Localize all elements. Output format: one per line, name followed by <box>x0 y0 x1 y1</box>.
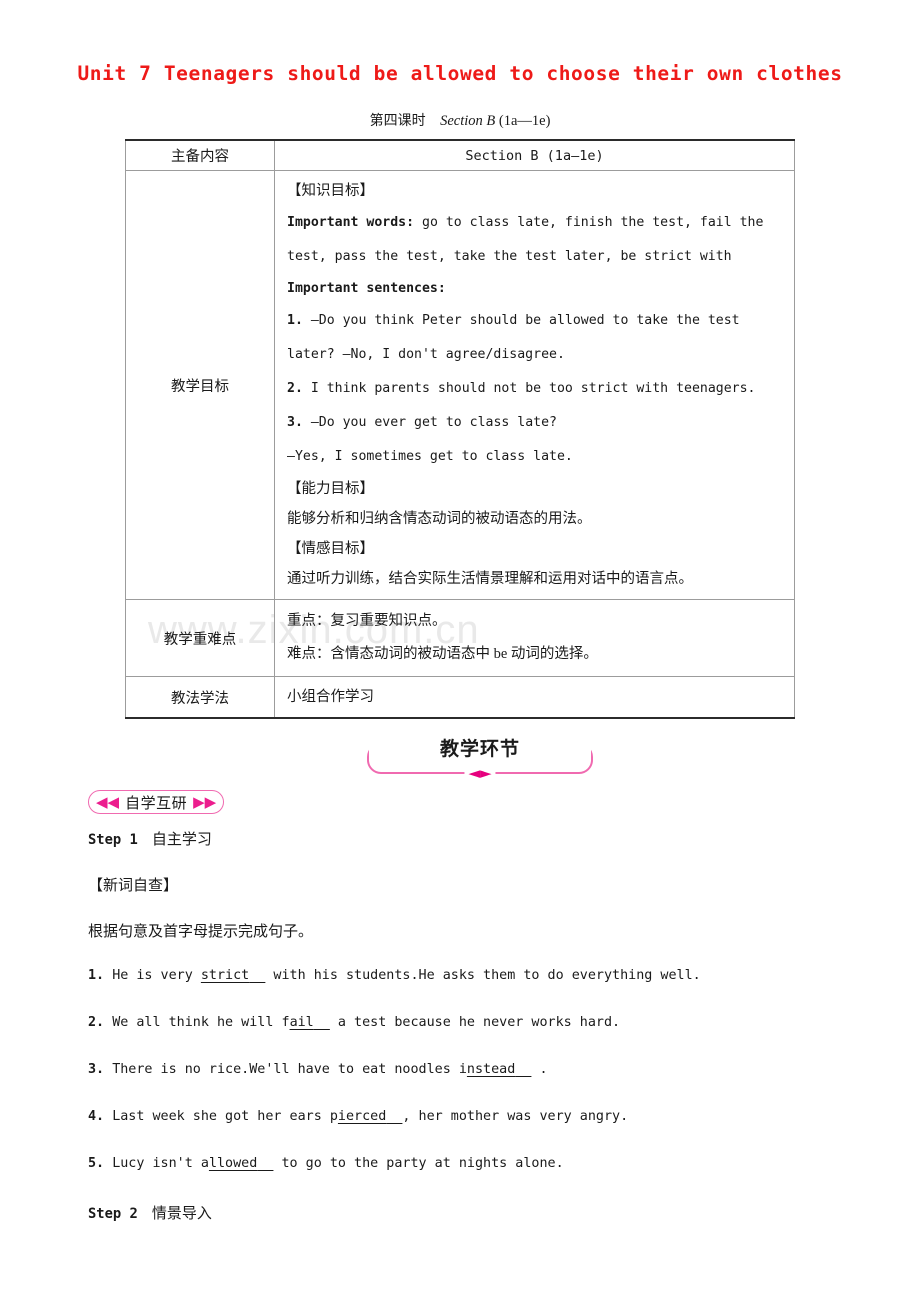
important-words-label: Important words: <box>287 215 415 230</box>
important-words-text-1: go to class late, finish the test, fail … <box>422 215 764 230</box>
answer-blank <box>314 1015 330 1030</box>
step-1-keyword: Step 1 <box>88 832 138 848</box>
exercise-item: 3. There is no rice.We'll have to eat no… <box>88 1062 548 1077</box>
double-right-arrow-icon: ▶▶ <box>193 792 217 811</box>
table-row: 教法学法 小组合作学习 <box>125 676 795 719</box>
banner-label: 教学环节 <box>430 739 529 760</box>
self-study-badge: ◀◀ 自学互研 ▶▶ <box>88 790 225 814</box>
keydiff-label-cell: 教学重难点 <box>125 599 275 677</box>
exercise-number: 4. <box>88 1109 105 1124</box>
exercise-answer: strict <box>200 968 250 983</box>
table-row: 教学目标 【知识目标】 Important words: go to class… <box>125 170 795 600</box>
header-value: Section B (1a—1e) <box>465 147 604 164</box>
keydiff-body-cell: 重点：复习重要知识点。 难点：含情态动词的被动语态中 be 动词的选择。 <box>274 599 795 677</box>
exercise-answer: nstead <box>466 1062 516 1077</box>
period-label: 第四课时 <box>369 112 426 128</box>
exercise-answer-prefix: p <box>329 1109 338 1124</box>
exercise-answer-prefix: i <box>458 1062 467 1077</box>
exercise-answer-prefix: f <box>281 1015 290 1030</box>
important-sentences-label: Important sentences: <box>287 274 786 304</box>
new-words-heading: 【新词自查】 <box>88 878 179 894</box>
method-label: 教法学法 <box>171 690 229 707</box>
sentence-text: —Do you ever get to class late? <box>310 415 557 430</box>
exercise-text-before: We all think he will <box>112 1015 282 1030</box>
emotion-text: 通过听力训练，结合实际生活情景理解和运用对话中的语言点。 <box>287 571 693 587</box>
exercise-item: 1. He is very strict with his students.H… <box>88 968 701 983</box>
exercise-text-before: There is no rice.We'll have to eat noodl… <box>112 1062 459 1077</box>
exercise-item: 4. Last week she got her ears pierced , … <box>88 1109 628 1124</box>
sentence-number: 1. <box>287 313 303 328</box>
exercise-text-before: He is very <box>112 968 201 983</box>
step-2-line: Step 2 情景导入 <box>88 1202 212 1223</box>
page-title: Unit 7 Teenagers should be allowed to ch… <box>77 62 843 85</box>
header-value-cell: Section B (1a—1e) <box>274 139 795 171</box>
diamond-ornament-icon: ◄► <box>464 766 496 781</box>
sentence-item: 3. —Do you ever get to class late? <box>287 406 786 440</box>
ability-heading: 【能力目标】 <box>287 481 374 497</box>
objectives-body-cell: 【知识目标】 Important words: go to class late… <box>274 170 795 600</box>
section-name: Section B <box>440 113 496 129</box>
objectives-label: 教学目标 <box>171 378 229 395</box>
keydiff-label: 教学重难点 <box>163 631 237 648</box>
knowledge-heading: 【知识目标】 <box>287 183 374 199</box>
difficult-point-text: 难点：含情态动词的被动语态中 be 动词的选择。 <box>287 646 598 662</box>
header-label: 主备内容 <box>171 149 229 165</box>
exercise-item: 2. We all think he will fail a test beca… <box>88 1015 620 1030</box>
exercise-text-after: a test because he never works hard. <box>329 1015 621 1030</box>
exercise-answer: ail <box>289 1015 314 1030</box>
exercise-number: 1. <box>88 968 105 983</box>
exercise-number: 5. <box>88 1156 105 1171</box>
section-range: (1a—1e) <box>498 113 551 129</box>
document-page: www.zixin.com.cn Unit 7 Teenagers should… <box>0 0 920 1303</box>
exercise-text-after: , her mother was very angry. <box>402 1109 629 1124</box>
exercise-text-after: with his students.He asks them to do eve… <box>265 968 701 983</box>
sentence-text: —Do you think Peter should be allowed to… <box>310 313 740 328</box>
exercise-item: 5. Lucy isn't allowed to go to the party… <box>88 1156 564 1171</box>
exercise-text-after: . <box>531 1062 548 1077</box>
method-text: 小组合作学习 <box>287 689 374 705</box>
exercise-number: 3. <box>88 1062 105 1077</box>
page-subtitle: 第四课时 Section B (1a—1e) <box>0 110 920 130</box>
important-sentences-label-text: Important sentences: <box>287 281 446 296</box>
exercise-text-before: Lucy isn't a <box>112 1156 209 1171</box>
sentence-continuation: later? —No, I don't agree/disagree. <box>287 347 565 362</box>
method-label-cell: 教法学法 <box>125 676 275 719</box>
exercise-number: 2. <box>88 1015 105 1030</box>
table-header-row: 主备内容 Section B (1a—1e) <box>125 139 795 171</box>
sentence-item: 2. I think parents should not be too str… <box>287 372 786 406</box>
method-body-cell: 小组合作学习 <box>274 676 795 719</box>
important-words-line-2: test, pass the test, take the test later… <box>287 249 732 264</box>
exercise-text-before: Last week she got her ears <box>112 1109 330 1124</box>
table-row: 教学重难点 重点：复习重要知识点。 难点：含情态动词的被动语态中 be 动词的选… <box>125 599 795 677</box>
answer-blank <box>249 968 265 983</box>
emotion-heading: 【情感目标】 <box>287 541 374 557</box>
step-2-title: 情景导入 <box>151 1206 212 1222</box>
sentence-continuation: —Yes, I sometimes get to class late. <box>287 449 573 464</box>
exercise-answer: ierced <box>337 1109 387 1124</box>
self-study-label: 自学互研 <box>125 794 188 812</box>
header-label-cell: 主备内容 <box>125 139 275 171</box>
new-words-instruction: 根据句意及首字母提示完成句子。 <box>88 924 314 940</box>
important-words-line: Important words: go to class late, finis… <box>287 206 786 240</box>
exercise-text-after: to go to the party at nights alone. <box>273 1156 564 1171</box>
objectives-label-cell: 教学目标 <box>125 170 275 600</box>
exercise-answer: llowed <box>208 1156 258 1171</box>
answer-blank <box>257 1156 273 1171</box>
key-point-text: 重点：复习重要知识点。 <box>287 613 447 629</box>
banner-label-wrap: 教学环节 <box>369 734 591 761</box>
teaching-process-banner: 教学环节 ◄► <box>367 734 593 781</box>
step-2-keyword: Step 2 <box>88 1206 138 1222</box>
sentence-number: 2. <box>287 381 303 396</box>
answer-blank <box>515 1062 531 1077</box>
sentence-item: 1. —Do you think Peter should be allowed… <box>287 304 786 338</box>
step-1-line: Step 1 自主学习 <box>88 828 212 849</box>
ability-text: 能够分析和归纳含情态动词的被动语态的用法。 <box>287 511 592 527</box>
answer-blank <box>386 1109 402 1124</box>
teaching-plan-table: 主备内容 Section B (1a—1e) 教学目标 【知识目标】 Impor… <box>125 139 795 719</box>
sentence-text: I think parents should not be too strict… <box>310 381 756 396</box>
double-left-arrow-icon: ◀◀ <box>96 792 120 811</box>
step-1-title: 自主学习 <box>151 832 212 848</box>
sentence-number: 3. <box>287 415 303 430</box>
